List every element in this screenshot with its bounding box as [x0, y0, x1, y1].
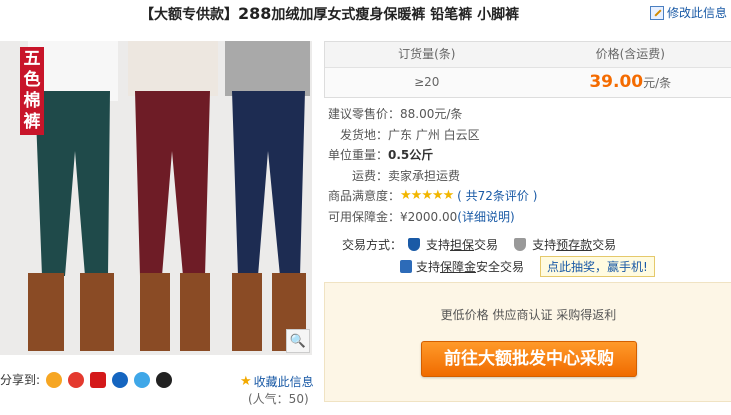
edit-icon — [649, 5, 664, 20]
price-value: 39.00 — [589, 72, 644, 92]
trade-label: 交易方式： — [342, 238, 403, 252]
weight-value: 0.5公斤 — [388, 148, 434, 162]
product-photo — [0, 41, 312, 355]
edit-link[interactable]: 修改此信息 — [649, 4, 727, 21]
tencent-weibo-icon[interactable] — [134, 371, 151, 388]
popularity-count: (人气：50) — [248, 392, 309, 406]
taobao-icon[interactable] — [90, 371, 107, 388]
deposit-value: ¥2000.00 — [400, 209, 458, 224]
retail-label: 建议零售价： — [328, 107, 401, 121]
page-title: 【大额专供款】288加绒加厚女式瘦身保暖裤 铅笔裤 小脚裤 — [140, 4, 519, 24]
trade-option-escrow: 支持担保交易 — [426, 238, 499, 252]
ship-from-value: 广东 广州 白云区 — [388, 127, 480, 142]
qty-cell: ≥20 — [414, 75, 440, 89]
rating-label: 商品满意度： — [328, 189, 401, 203]
renren-icon[interactable] — [112, 371, 129, 388]
qq-icon[interactable] — [156, 371, 173, 388]
star-icon: ★ — [240, 374, 252, 389]
favorite-link[interactable]: ★ 收藏此信息 — [240, 373, 314, 390]
retail-value: 88.00元/条 — [400, 107, 463, 121]
deposit-icon — [514, 238, 527, 251]
share-bar: 分享到: — [0, 371, 173, 388]
share-label: 分享到: — [0, 373, 41, 387]
price-cell: 39.00元/条 — [529, 68, 731, 97]
product-info: 建议零售价： 88.00元/条 发货地： 广东 广州 白云区 单位重量： 0.5公斤 … — [328, 104, 537, 227]
freight-value: 卖家承担运费 — [388, 168, 461, 183]
escrow-link[interactable]: 担保 — [450, 238, 474, 252]
zoom-icon[interactable]: 🔍 — [286, 329, 310, 353]
column-header-price: 价格(含运费) — [595, 47, 665, 61]
ship-from-label: 发货地： — [339, 127, 388, 142]
trade-option-guarantee: 支持保障金安全交易 — [400, 258, 524, 275]
trade-methods: 交易方式： 支持担保交易 支持预存款交易 — [342, 236, 616, 253]
column-header-qty: 订货量(条) — [398, 47, 456, 61]
wholesale-purchase-button[interactable]: 前往大额批发中心采购 — [421, 341, 637, 377]
weight-label: 单位重量： — [328, 148, 389, 162]
rating-stars-icon: ★★★★★ — [400, 188, 454, 203]
overlay-badge: 五色棉裤 — [20, 47, 44, 135]
prepay-link[interactable]: 预存款 — [556, 238, 592, 252]
price-table: 订货量(条) 价格(含运费) ≥20 39.00元/条 — [324, 41, 731, 98]
deposit-detail-link[interactable]: (详细说明) — [457, 207, 514, 228]
rating-count-link[interactable]: ( 共72条评价 ) — [457, 186, 537, 207]
guarantee-link[interactable]: 保障金 — [440, 260, 476, 274]
price-unit: 元/条 — [643, 76, 672, 90]
guarantee-icon — [400, 260, 412, 273]
shield-icon — [408, 238, 421, 251]
product-image[interactable]: 五色棉裤 🔍 — [0, 41, 312, 355]
qzone-icon[interactable] — [46, 371, 63, 388]
wholesale-cta-box: 更低价格 供应商认证 采购得返利 前往大额批发中心采购 — [324, 282, 731, 402]
favorite-label: 收藏此信息 — [253, 375, 314, 389]
freight-label: 运费： — [351, 168, 388, 183]
cta-benefits: 更低价格 供应商认证 采购得返利 — [440, 308, 617, 322]
trade-option-prepay: 支持预存款交易 — [532, 238, 617, 252]
title-text: 加绒加厚女式瘦身保暖裤 铅笔裤 小脚裤 — [271, 7, 520, 23]
lottery-tooltip[interactable]: 点此抽奖，赢手机! — [540, 256, 655, 277]
edit-link-label: 修改此信息 — [666, 6, 727, 20]
title-prefix: 【大额专供款】 — [140, 7, 238, 23]
weibo-icon[interactable] — [68, 371, 85, 388]
deposit-label: 可用保障金： — [328, 209, 401, 224]
title-number: 288 — [238, 4, 272, 23]
table-row: ≥20 39.00元/条 — [325, 68, 731, 97]
